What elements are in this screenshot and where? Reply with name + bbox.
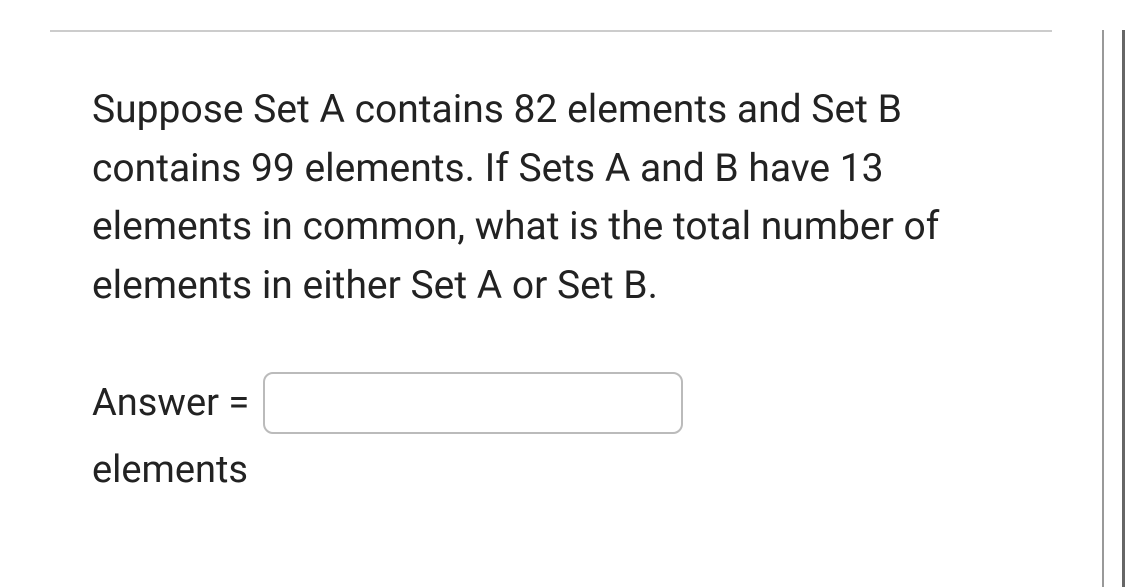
- question-content: Suppose Set A contains 82 elements and S…: [0, 32, 1102, 492]
- answer-unit: elements: [92, 448, 1010, 492]
- answer-row: Answer =: [92, 372, 1010, 434]
- question-text: Suppose Set A contains 82 elements and S…: [92, 80, 1010, 314]
- outer-frame: Suppose Set A contains 82 elements and S…: [0, 30, 1125, 587]
- inner-frame: Suppose Set A contains 82 elements and S…: [0, 30, 1104, 587]
- answer-label: Answer =: [92, 381, 249, 425]
- answer-input[interactable]: [263, 372, 683, 434]
